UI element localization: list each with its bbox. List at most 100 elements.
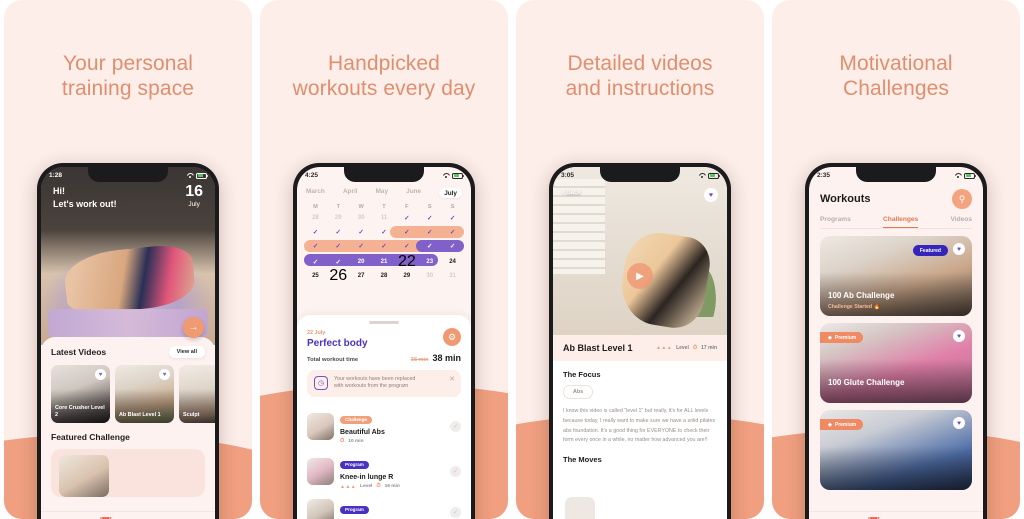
- workout-list-item[interactable]: Program Squat touches ✓: [307, 494, 461, 519]
- wifi-icon: [955, 173, 962, 179]
- play-icon[interactable]: ▶: [627, 263, 653, 289]
- calendar-day[interactable]: 30: [350, 215, 373, 221]
- sheet-grabber[interactable]: [369, 321, 399, 324]
- calendar-day[interactable]: 29: [327, 215, 350, 221]
- wifi-icon: [187, 173, 194, 179]
- check-icon[interactable]: ✓: [450, 506, 461, 518]
- heart-icon[interactable]: ♥: [953, 417, 965, 429]
- program-sheet: ⚙ 22 July Perfect body Total workout tim…: [297, 315, 471, 519]
- month-may[interactable]: May: [376, 188, 388, 198]
- bottom-tab-bar[interactable]: ⌂ Home 📅 Calendar ▣ Workouts ☸ Profile: [41, 511, 215, 519]
- calendar-day-checked[interactable]: ✓: [395, 214, 418, 222]
- challenge-card[interactable]: Featured ♥ 100 Ab Challenge Challenge St…: [820, 236, 972, 316]
- calendar-day-checked[interactable]: ✓: [418, 242, 441, 250]
- check-icon[interactable]: ✓: [450, 466, 461, 478]
- calendar-day[interactable]: 27: [350, 273, 373, 279]
- headline-line-1: Handpicked: [328, 52, 440, 75]
- screenshot-panel-2: Handpicked workouts every day 4:25 March…: [260, 0, 508, 519]
- month-july-selected[interactable]: July: [439, 188, 462, 198]
- settings-icon[interactable]: ⚙: [443, 328, 461, 346]
- workout-list-item[interactable]: Program Knee-in lunge R ▲▲▲ Level ⏱ 16 m…: [307, 449, 461, 494]
- calendar-day-today[interactable]: 22: [398, 253, 416, 271]
- calendar-day-checked[interactable]: ✓: [441, 214, 464, 222]
- calendar-day-checked[interactable]: ✓: [327, 242, 350, 250]
- program-notice-banner: ◷ Your workouts have been replaced with …: [307, 369, 461, 398]
- video-card[interactable]: ♥ Core Crusher Level 2: [51, 365, 110, 423]
- phone-notch: [856, 167, 936, 182]
- calendar-day[interactable]: 28: [304, 215, 327, 221]
- video-card[interactable]: Sculpt: [179, 365, 215, 423]
- latest-videos-title: Latest Videos: [51, 347, 107, 357]
- calendar-day-checked[interactable]: ✓: [304, 228, 327, 236]
- battery-icon: [964, 172, 977, 179]
- calendar-day[interactable]: 23: [418, 259, 441, 265]
- bottom-tab-bar[interactable]: ⌂ Home 📅 Calendar ▣ Workouts ☸ Profile: [809, 511, 983, 519]
- tab-videos[interactable]: Videos: [950, 216, 972, 228]
- month-april[interactable]: April: [343, 188, 358, 198]
- calendar-day-checked[interactable]: ✓: [327, 258, 350, 266]
- challenge-card[interactable]: ◆ Premium ♥ 100 Glute Challenge: [820, 323, 972, 403]
- month-june[interactable]: June: [406, 188, 421, 198]
- heart-icon[interactable]: ♥: [159, 369, 170, 380]
- heart-icon[interactable]: ♥: [704, 188, 718, 202]
- calendar-day[interactable]: 31: [441, 273, 464, 279]
- calendar-day[interactable]: 29: [395, 273, 418, 279]
- calendar-day[interactable]: 30: [418, 273, 441, 279]
- back-label: Back: [566, 189, 581, 196]
- featured-challenge-card[interactable]: [51, 449, 205, 497]
- calendar-day[interactable]: 28: [373, 273, 396, 279]
- heart-icon[interactable]: ♥: [953, 243, 965, 255]
- greeting-block: Hi! Let's work out!: [53, 186, 117, 209]
- tab-challenges[interactable]: Challenges: [883, 216, 919, 228]
- calendar-day[interactable]: 21: [373, 259, 396, 265]
- month-selector[interactable]: March April May June July: [297, 184, 471, 201]
- video-card-title: Sculpt: [183, 411, 200, 418]
- status-time: 1:28: [49, 172, 63, 179]
- battery-icon: [452, 172, 465, 179]
- calendar-day-checked[interactable]: ✓: [373, 242, 396, 250]
- focus-tag[interactable]: Abs: [563, 385, 594, 399]
- calendar-day[interactable]: 11: [373, 215, 396, 221]
- calendar-day-checked[interactable]: ✓: [327, 228, 350, 236]
- calendar-day-checked[interactable]: ✓: [395, 242, 418, 250]
- calendar-day[interactable]: 20: [350, 259, 373, 265]
- calendar-day-checked[interactable]: ✓: [441, 242, 464, 250]
- calendar-day-checked[interactable]: ✓: [441, 228, 464, 236]
- calendar-day-checked[interactable]: ✓: [304, 258, 327, 266]
- back-button[interactable]: ‹ Back: [562, 189, 581, 196]
- check-icon[interactable]: ✓: [450, 421, 461, 433]
- workout-duration: 10 min: [348, 439, 364, 445]
- calendar-day[interactable]: 25: [304, 273, 327, 279]
- view-all-button[interactable]: View all: [168, 346, 205, 358]
- notice-line-1: Your workouts have been replaced: [334, 375, 416, 382]
- calendar-day-checked[interactable]: ✓: [373, 228, 396, 236]
- calendar-day-checked[interactable]: ✓: [304, 242, 327, 250]
- calendar-day-checked[interactable]: ✓: [350, 242, 373, 250]
- calendar-day[interactable]: 24: [441, 259, 464, 265]
- move-card[interactable]: [565, 497, 595, 519]
- challenge-card[interactable]: ◆ Premium ♥: [820, 410, 972, 490]
- workout-time-row: Total workout time 38 min 38 min: [307, 353, 461, 363]
- video-card[interactable]: ♥ Ab Blast Level 1: [115, 365, 174, 423]
- search-icon[interactable]: ⚲: [952, 189, 972, 209]
- calendar-day-checked[interactable]: ✓: [418, 214, 441, 222]
- heart-icon[interactable]: ♥: [953, 330, 965, 342]
- heart-icon[interactable]: ♥: [95, 369, 106, 380]
- workouts-tabs[interactable]: Programs Challenges Videos: [809, 209, 983, 228]
- month-march[interactable]: March: [306, 188, 325, 198]
- calendar-day-checked[interactable]: ✓: [350, 228, 373, 236]
- phone-mockup-2: 4:25 March April May June July M T W T F…: [293, 163, 475, 519]
- calendar-day-checked[interactable]: ✓: [418, 228, 441, 236]
- workout-list-item[interactable]: Challenge Beautiful Abs ⏱ 10 min ✓: [307, 404, 461, 449]
- tab-programs[interactable]: Programs: [820, 216, 851, 228]
- close-icon[interactable]: ✕: [449, 375, 455, 383]
- calendar-grid[interactable]: 28 29 30 11 ✓ ✓ ✓ ✓ ✓ ✓ ✓ ✓ ✓ ✓ ✓ ✓ ✓ ✓ …: [297, 211, 471, 284]
- workout-meta: ▲▲▲ Level ⏱ 16 min: [340, 483, 444, 490]
- arrow-right-icon[interactable]: →: [183, 317, 204, 338]
- calendar-day-selected[interactable]: 26: [329, 267, 347, 285]
- latest-videos-row[interactable]: ♥ Core Crusher Level 2 ♥ Ab Blast Level …: [51, 365, 215, 423]
- calendar-day-checked[interactable]: ✓: [395, 228, 418, 236]
- panel-headline-2: Handpicked workouts every day: [260, 0, 508, 102]
- dow: F: [405, 204, 409, 210]
- panel-headline-1: Your personal training space: [4, 0, 252, 102]
